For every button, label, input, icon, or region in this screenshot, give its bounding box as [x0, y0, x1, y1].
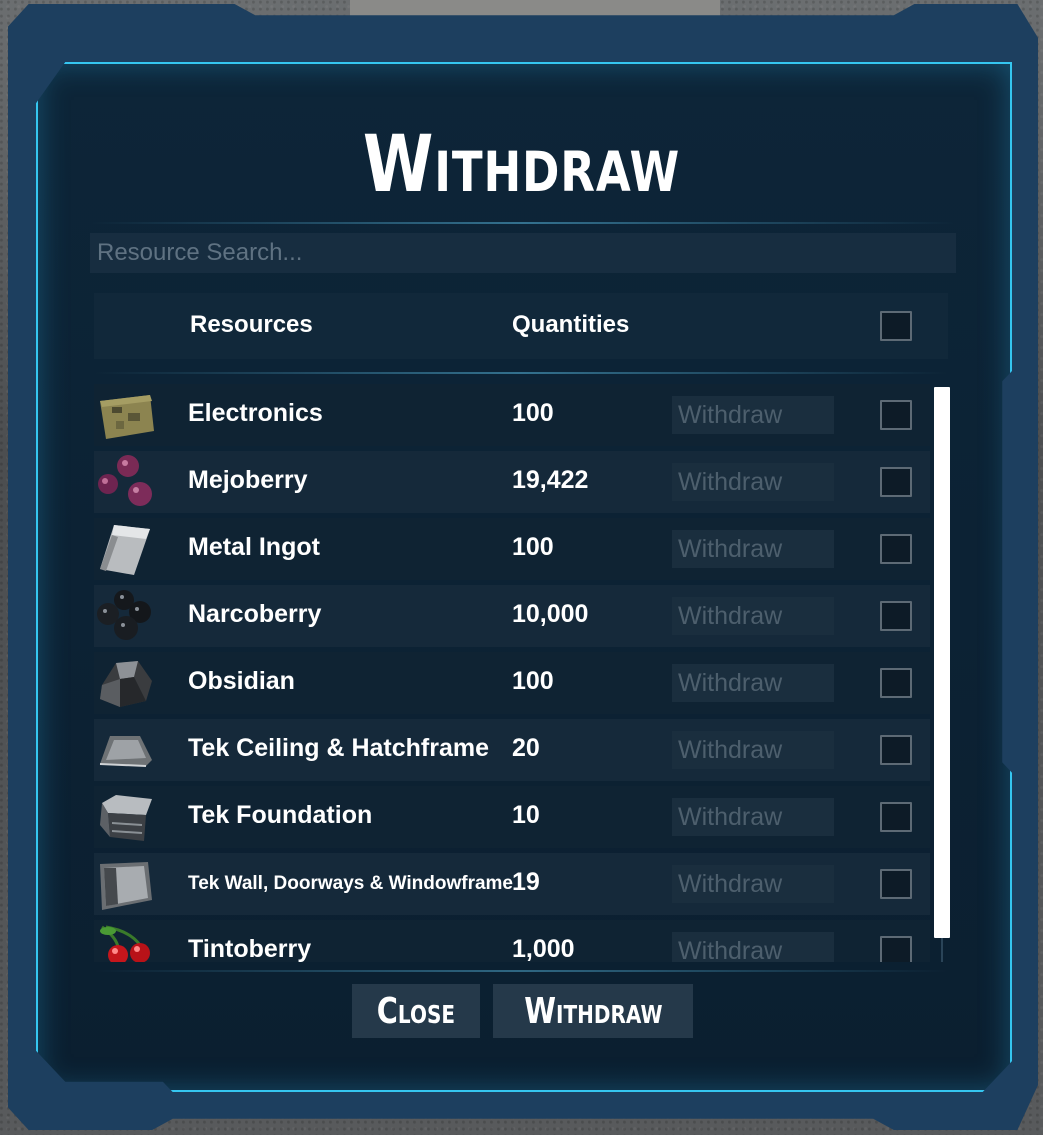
row-select-checkbox[interactable] [880, 400, 912, 430]
resource-name: Metal Ingot [188, 533, 320, 561]
row-select-checkbox[interactable] [880, 869, 912, 899]
row-select-checkbox[interactable] [880, 735, 912, 765]
withdraw-amount-input[interactable] [672, 798, 834, 836]
row-select-checkbox[interactable] [880, 467, 912, 497]
list-scrollbar[interactable] [934, 387, 950, 938]
withdraw-button-label: Withdraw [523, 990, 663, 1032]
resource-name: Tek Wall, Doorways & Windowframe [188, 873, 513, 894]
table-row: Tek Wall, Doorways & Windowframe 19 [94, 853, 930, 915]
select-all-checkbox[interactable] [880, 311, 912, 341]
table-row: Tek Ceiling & Hatchframe 20 [94, 719, 930, 781]
obsidian-icon [100, 661, 152, 707]
resources-column-header: Resources [190, 311, 313, 338]
resource-name: Electronics [188, 399, 323, 427]
resource-name: Narcoberry [188, 600, 322, 628]
resource-quantity: 100 [512, 533, 554, 561]
row-select-checkbox[interactable] [880, 534, 912, 564]
resource-quantity: 1,000 [512, 935, 575, 962]
resource-name: Tek Ceiling & Hatchframe [188, 734, 490, 762]
resource-quantity: 100 [512, 667, 554, 695]
metal-ingot-icon [100, 525, 150, 575]
table-row: Obsidian 100 [94, 652, 930, 714]
resource-quantity: 10 [512, 801, 540, 829]
tintoberry-icon [100, 925, 150, 962]
resource-quantity: 19 [512, 868, 540, 896]
table-row: Electronics 100 [94, 384, 930, 446]
withdraw-amount-input[interactable] [672, 530, 834, 568]
row-select-checkbox[interactable] [880, 802, 912, 832]
electronics-icon [100, 395, 154, 439]
withdraw-amount-input[interactable] [672, 664, 834, 702]
table-header: Resources Quantities [94, 293, 948, 359]
withdraw-amount-input[interactable] [672, 731, 834, 769]
footer-divider [94, 970, 948, 972]
narcoberry-icon [97, 590, 151, 640]
resource-search-input[interactable] [90, 233, 956, 273]
close-button[interactable]: Close [352, 984, 480, 1038]
withdraw-amount-input[interactable] [672, 932, 834, 962]
resource-quantity: 19,422 [512, 466, 589, 494]
resource-name: Tek Foundation [188, 801, 373, 829]
table-row: Tek Foundation 10 [94, 786, 930, 848]
resource-name: Obsidian [188, 667, 295, 695]
resource-quantity: 10,000 [512, 600, 589, 628]
resource-name: Mejoberry [188, 466, 308, 494]
resource-quantity: 100 [512, 399, 554, 427]
row-select-checkbox[interactable] [880, 936, 912, 962]
close-button-label: Close [376, 990, 456, 1032]
page-title: Withdraw [362, 120, 681, 210]
title-divider [90, 222, 956, 224]
withdraw-amount-input[interactable] [672, 396, 834, 434]
table-row: Metal Ingot 100 [94, 518, 930, 580]
withdraw-amount-input[interactable] [672, 597, 834, 635]
row-select-checkbox[interactable] [880, 668, 912, 698]
table-row: Narcoberry 10,000 [94, 585, 930, 647]
tek-wall-icon [100, 862, 152, 910]
header-divider [94, 372, 948, 374]
quantities-column-header: Quantities [512, 311, 630, 338]
resource-list: Electronics 100 Mejoberry 19,422 Metal I… [94, 384, 930, 962]
scrollbar-track [941, 938, 943, 962]
resource-name: Tintoberry [188, 935, 312, 962]
row-select-checkbox[interactable] [880, 601, 912, 631]
resource-quantity: 20 [512, 734, 540, 762]
withdraw-amount-input[interactable] [672, 463, 834, 501]
table-row: Mejoberry 19,422 [94, 451, 930, 513]
tek-foundation-icon [100, 795, 152, 841]
withdraw-amount-input[interactable] [672, 865, 834, 903]
tek-ceiling-icon [99, 736, 152, 767]
mejoberry-icon [98, 455, 152, 506]
table-row: Tintoberry 1,000 [94, 920, 930, 962]
withdraw-button[interactable]: Withdraw [493, 984, 693, 1038]
